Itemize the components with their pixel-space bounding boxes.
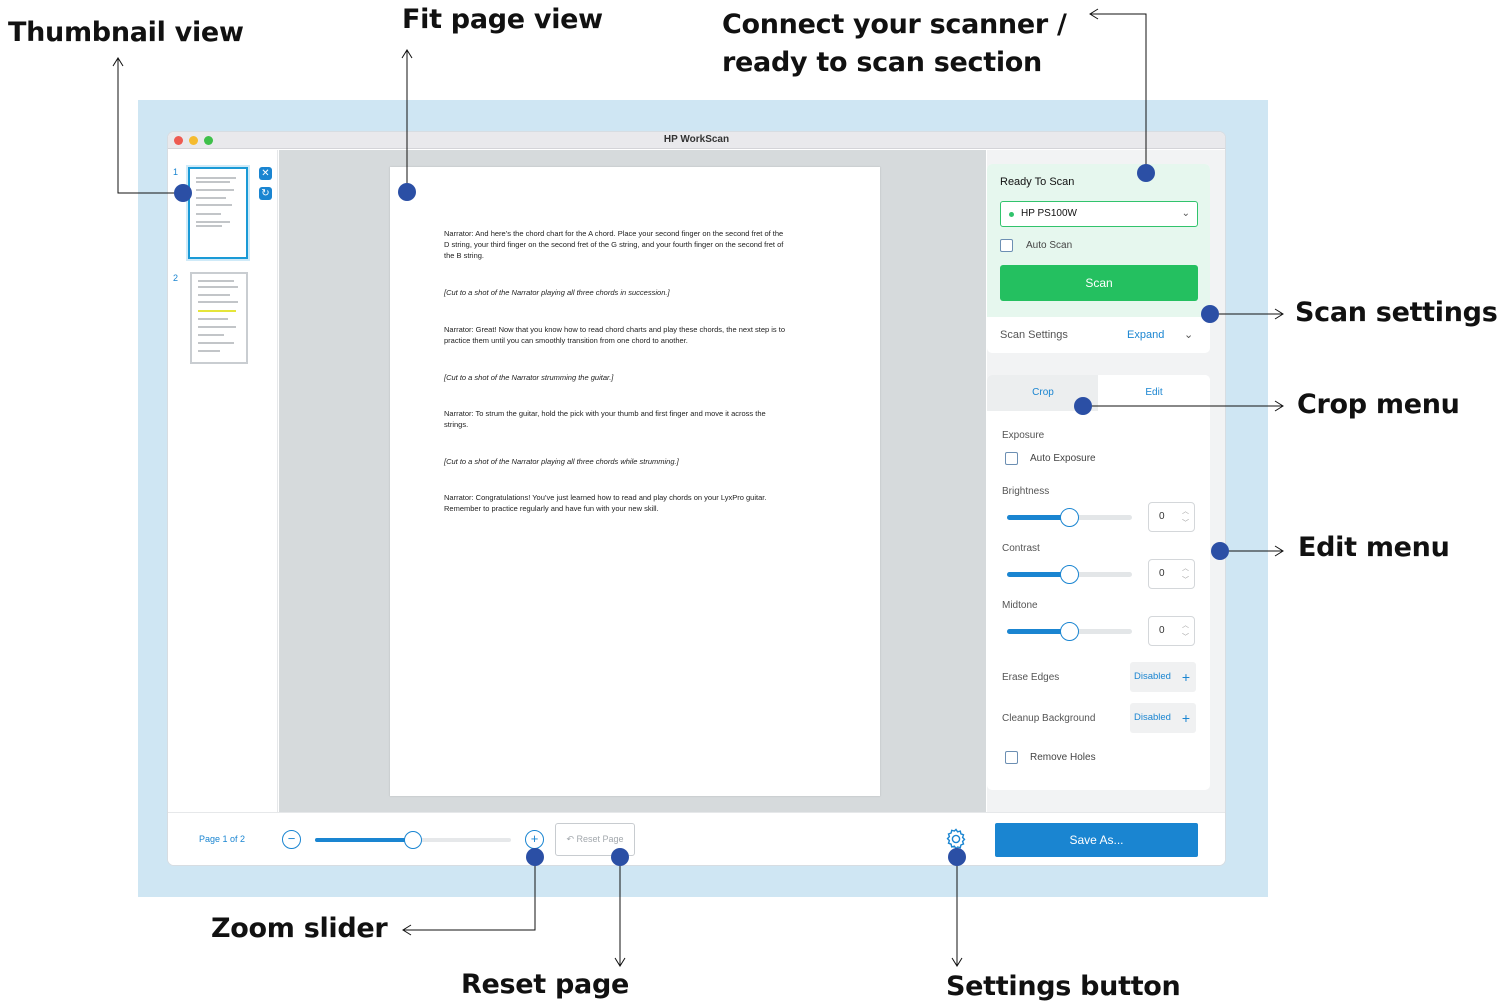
thumbnail-callout-line bbox=[117, 58, 183, 194]
callout-marker bbox=[611, 848, 629, 866]
zoom-slider-callout-line bbox=[403, 857, 536, 931]
callout-marker bbox=[398, 183, 416, 201]
callout-marker bbox=[948, 848, 966, 866]
connect-scanner-callout-line bbox=[1090, 13, 1147, 173]
callout-marker bbox=[1211, 542, 1229, 560]
callout-marker bbox=[1201, 305, 1219, 323]
callout-marker bbox=[174, 184, 192, 202]
callout-marker bbox=[1137, 164, 1155, 182]
annotation-lines bbox=[112, 8, 1284, 967]
callout-marker bbox=[526, 848, 544, 866]
callout-marker bbox=[1074, 397, 1092, 415]
